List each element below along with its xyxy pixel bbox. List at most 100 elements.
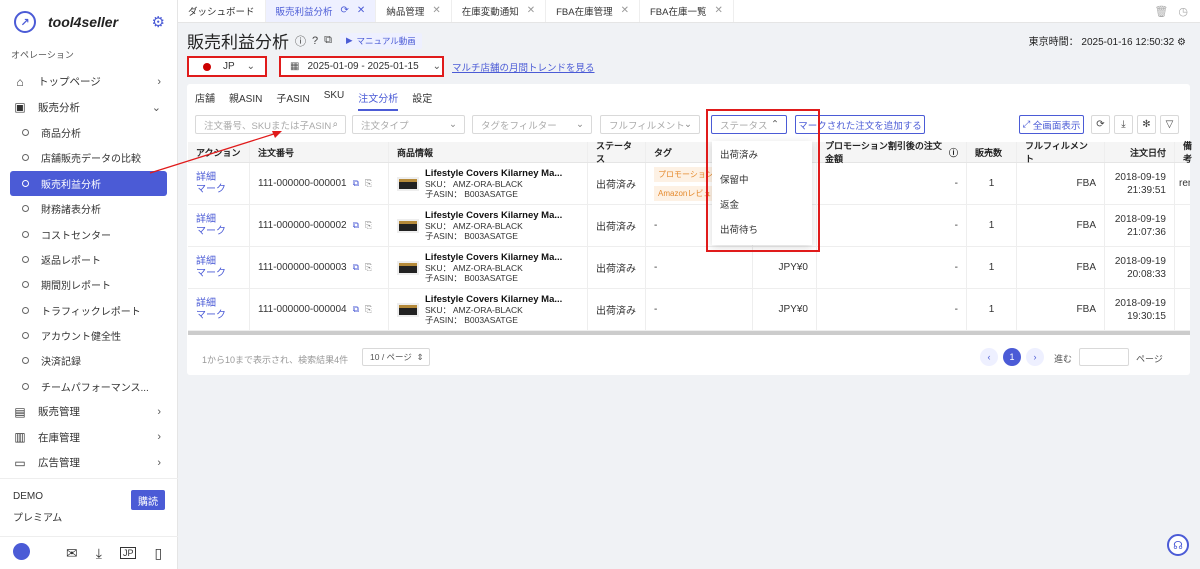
order-type-select[interactable]: 注文タイプ ⌄ — [352, 115, 465, 134]
filter-button[interactable]: ▽ — [1160, 115, 1179, 134]
subtab-settings[interactable]: 設定 — [412, 90, 432, 111]
country-select[interactable]: JP ⌄ — [187, 56, 267, 77]
detail-link[interactable]: 詳細 — [196, 298, 216, 310]
nav-ads[interactable]: ▭ 広告管理 › — [0, 450, 177, 475]
trend-link[interactable]: マルチ店舗の月間トレンドを見る — [452, 60, 595, 74]
product-title[interactable]: Lifestyle Covers Kilarney Ma... — [425, 210, 562, 221]
sub-item[interactable]: 店舗販売データの比較 — [0, 145, 177, 170]
close-icon[interactable]: ✕ — [714, 5, 722, 16]
info-icon[interactable]: ⓘ — [295, 33, 306, 49]
mobile-icon[interactable]: ▯ — [154, 545, 162, 562]
nav-sales-analysis[interactable]: ▣ 販売分析 ⌄ — [0, 94, 177, 119]
support-icon[interactable]: ☊ — [1167, 534, 1189, 556]
copy-icon[interactable]: ⎘ — [365, 178, 372, 189]
sub-item[interactable]: 決済記録 — [0, 348, 177, 373]
sub-item[interactable]: トラフィックレポート — [0, 298, 177, 323]
fulfillment-select[interactable]: フルフィルメント ⌄ — [600, 115, 700, 134]
goto-page-input[interactable] — [1079, 348, 1129, 366]
tab-inventory-notice[interactable]: 在庫変動通知 ✕ — [452, 0, 547, 22]
refresh-icon[interactable]: ⟳ — [341, 5, 349, 16]
page-1-button[interactable]: 1 — [1003, 348, 1021, 366]
jp-icon[interactable]: JP — [119, 547, 137, 559]
external-link-icon[interactable]: ⧉ — [353, 262, 359, 273]
copy-icon[interactable]: ⎘ — [365, 262, 372, 273]
clock-icon[interactable]: ◷ — [1178, 5, 1188, 18]
tag-filter-select[interactable]: タグをフィルター ⌄ — [472, 115, 592, 134]
date-range-picker[interactable]: ▦ 2025-01-09 - 2025-01-15 ⌄ — [279, 56, 444, 77]
horizontal-scrollbar[interactable] — [188, 331, 1190, 335]
chevron-down-icon: ⌄ — [432, 61, 442, 72]
close-icon[interactable]: ✕ — [432, 5, 440, 16]
page-size-select[interactable]: 10 / ページ ⇕ — [362, 348, 430, 366]
download-icon[interactable]: ⤓ — [96, 545, 102, 562]
sub-tabs: 店舗 親ASIN 子ASIN SKU 注文分析 設定 — [195, 90, 432, 111]
goto-label: 進む — [1054, 354, 1073, 364]
order-status: 出荷済み — [588, 247, 646, 288]
nav-sales-management[interactable]: ▤ 販売管理 › — [0, 399, 177, 424]
fulfillment: FBA — [1017, 247, 1105, 288]
sub-item[interactable]: 財務諸表分析 — [0, 196, 177, 221]
product-title[interactable]: Lifestyle Covers Kilarney Ma... — [425, 294, 562, 305]
refresh-button[interactable]: ⟳ — [1091, 115, 1110, 134]
promo-amount: - — [817, 205, 967, 246]
quantity: 1 — [967, 247, 1017, 288]
mark-link[interactable]: マーク — [196, 310, 226, 322]
tab-fba-list[interactable]: FBA在庫一覧 ✕ — [640, 0, 734, 22]
external-icon[interactable]: ⧉ — [324, 34, 332, 47]
nav-inventory[interactable]: ▥ 在庫管理 › — [0, 424, 177, 449]
trash-icon[interactable]: 🗑 — [1154, 5, 1168, 18]
external-link-icon[interactable]: ⧉ — [353, 178, 359, 189]
sub-item[interactable]: 返品レポート — [0, 247, 177, 272]
table-row: 詳細 マーク 111-000000-000003 ⧉ ⎘ Lifestyle Covers… — [188, 247, 1190, 289]
nav-top-page[interactable]: ⌂ トップページ › — [0, 69, 177, 94]
subscribe-button[interactable]: 購読 — [131, 490, 165, 510]
chevron-right-icon: › — [157, 405, 161, 418]
search-input[interactable]: 注文番号、SKUまたは子ASIN ⌕ — [195, 115, 346, 134]
prev-page-button[interactable]: ‹ — [980, 348, 998, 366]
close-icon[interactable]: ✕ — [621, 5, 629, 16]
settings-gear-icon[interactable]: ⚙ — [152, 13, 165, 31]
sub-item-active[interactable]: 販売利益分析 — [10, 170, 167, 196]
tab-fba-inventory[interactable]: FBA在庫管理 ✕ — [546, 0, 640, 22]
tab-delivery[interactable]: 納品管理 ✕ — [376, 0, 452, 22]
external-link-icon[interactable]: ⧉ — [353, 220, 359, 231]
settings-button[interactable]: ✻ — [1137, 115, 1156, 134]
tab-bar-tools: 🗑 ◷ — [1154, 5, 1188, 18]
product-title[interactable]: Lifestyle Covers Kilarney Ma... — [425, 252, 562, 263]
detail-link[interactable]: 詳細 — [196, 256, 216, 268]
external-link-icon[interactable]: ⧉ — [353, 304, 359, 315]
sub-item[interactable]: 商品分析 — [0, 120, 177, 145]
tab-dashboard[interactable]: ダッシュボード — [178, 0, 266, 22]
close-icon[interactable]: ✕ — [357, 5, 365, 16]
detail-link[interactable]: 詳細 — [196, 214, 216, 226]
mail-icon[interactable]: ✉ — [66, 545, 78, 562]
close-icon[interactable]: ✕ — [527, 5, 535, 16]
tab-profit-analysis[interactable]: 販売利益分析 ⟳ ✕ — [265, 0, 377, 22]
sub-item[interactable]: 期間別レポート — [0, 272, 177, 297]
copy-icon[interactable]: ⎘ — [365, 220, 372, 231]
subtab-store[interactable]: 店舗 — [195, 90, 215, 111]
sub-item[interactable]: チームパフォーマンス... — [0, 374, 177, 399]
download-button[interactable]: ⤓ — [1114, 115, 1133, 134]
subtab-child-asin[interactable]: 子ASIN — [276, 90, 309, 111]
avatar[interactable] — [13, 543, 48, 563]
subtab-order-analysis[interactable]: 注文分析 — [358, 90, 399, 111]
sub-item[interactable]: コストセンター — [0, 221, 177, 246]
product-title[interactable]: Lifestyle Covers Kilarney Ma... — [425, 168, 562, 179]
mark-link[interactable]: マーク — [196, 268, 226, 280]
fullscreen-button[interactable]: ⤢ 全画面表示 — [1019, 115, 1084, 134]
tokyo-clock: 東京時間： 2025-01-16 12:50:32 ⚙ — [1028, 37, 1186, 48]
copy-icon[interactable]: ⎘ — [365, 304, 372, 315]
detail-link[interactable]: 詳細 — [196, 172, 216, 184]
mark-link[interactable]: マーク — [196, 226, 226, 238]
manual-video-button[interactable]: ▶ マニュアル動画 — [339, 32, 422, 49]
help-icon[interactable]: ? — [312, 35, 318, 47]
subtab-sku[interactable]: SKU — [324, 90, 345, 111]
next-page-button[interactable]: › — [1026, 348, 1044, 366]
download-icon: ⤓ — [1121, 119, 1126, 130]
gear-icon[interactable]: ⚙ — [1177, 37, 1186, 48]
sub-item[interactable]: アカウント健全性 — [0, 323, 177, 348]
info-icon[interactable]: ⓘ — [949, 146, 958, 159]
mark-link[interactable]: マーク — [196, 184, 226, 196]
subtab-parent-asin[interactable]: 親ASIN — [229, 90, 262, 111]
